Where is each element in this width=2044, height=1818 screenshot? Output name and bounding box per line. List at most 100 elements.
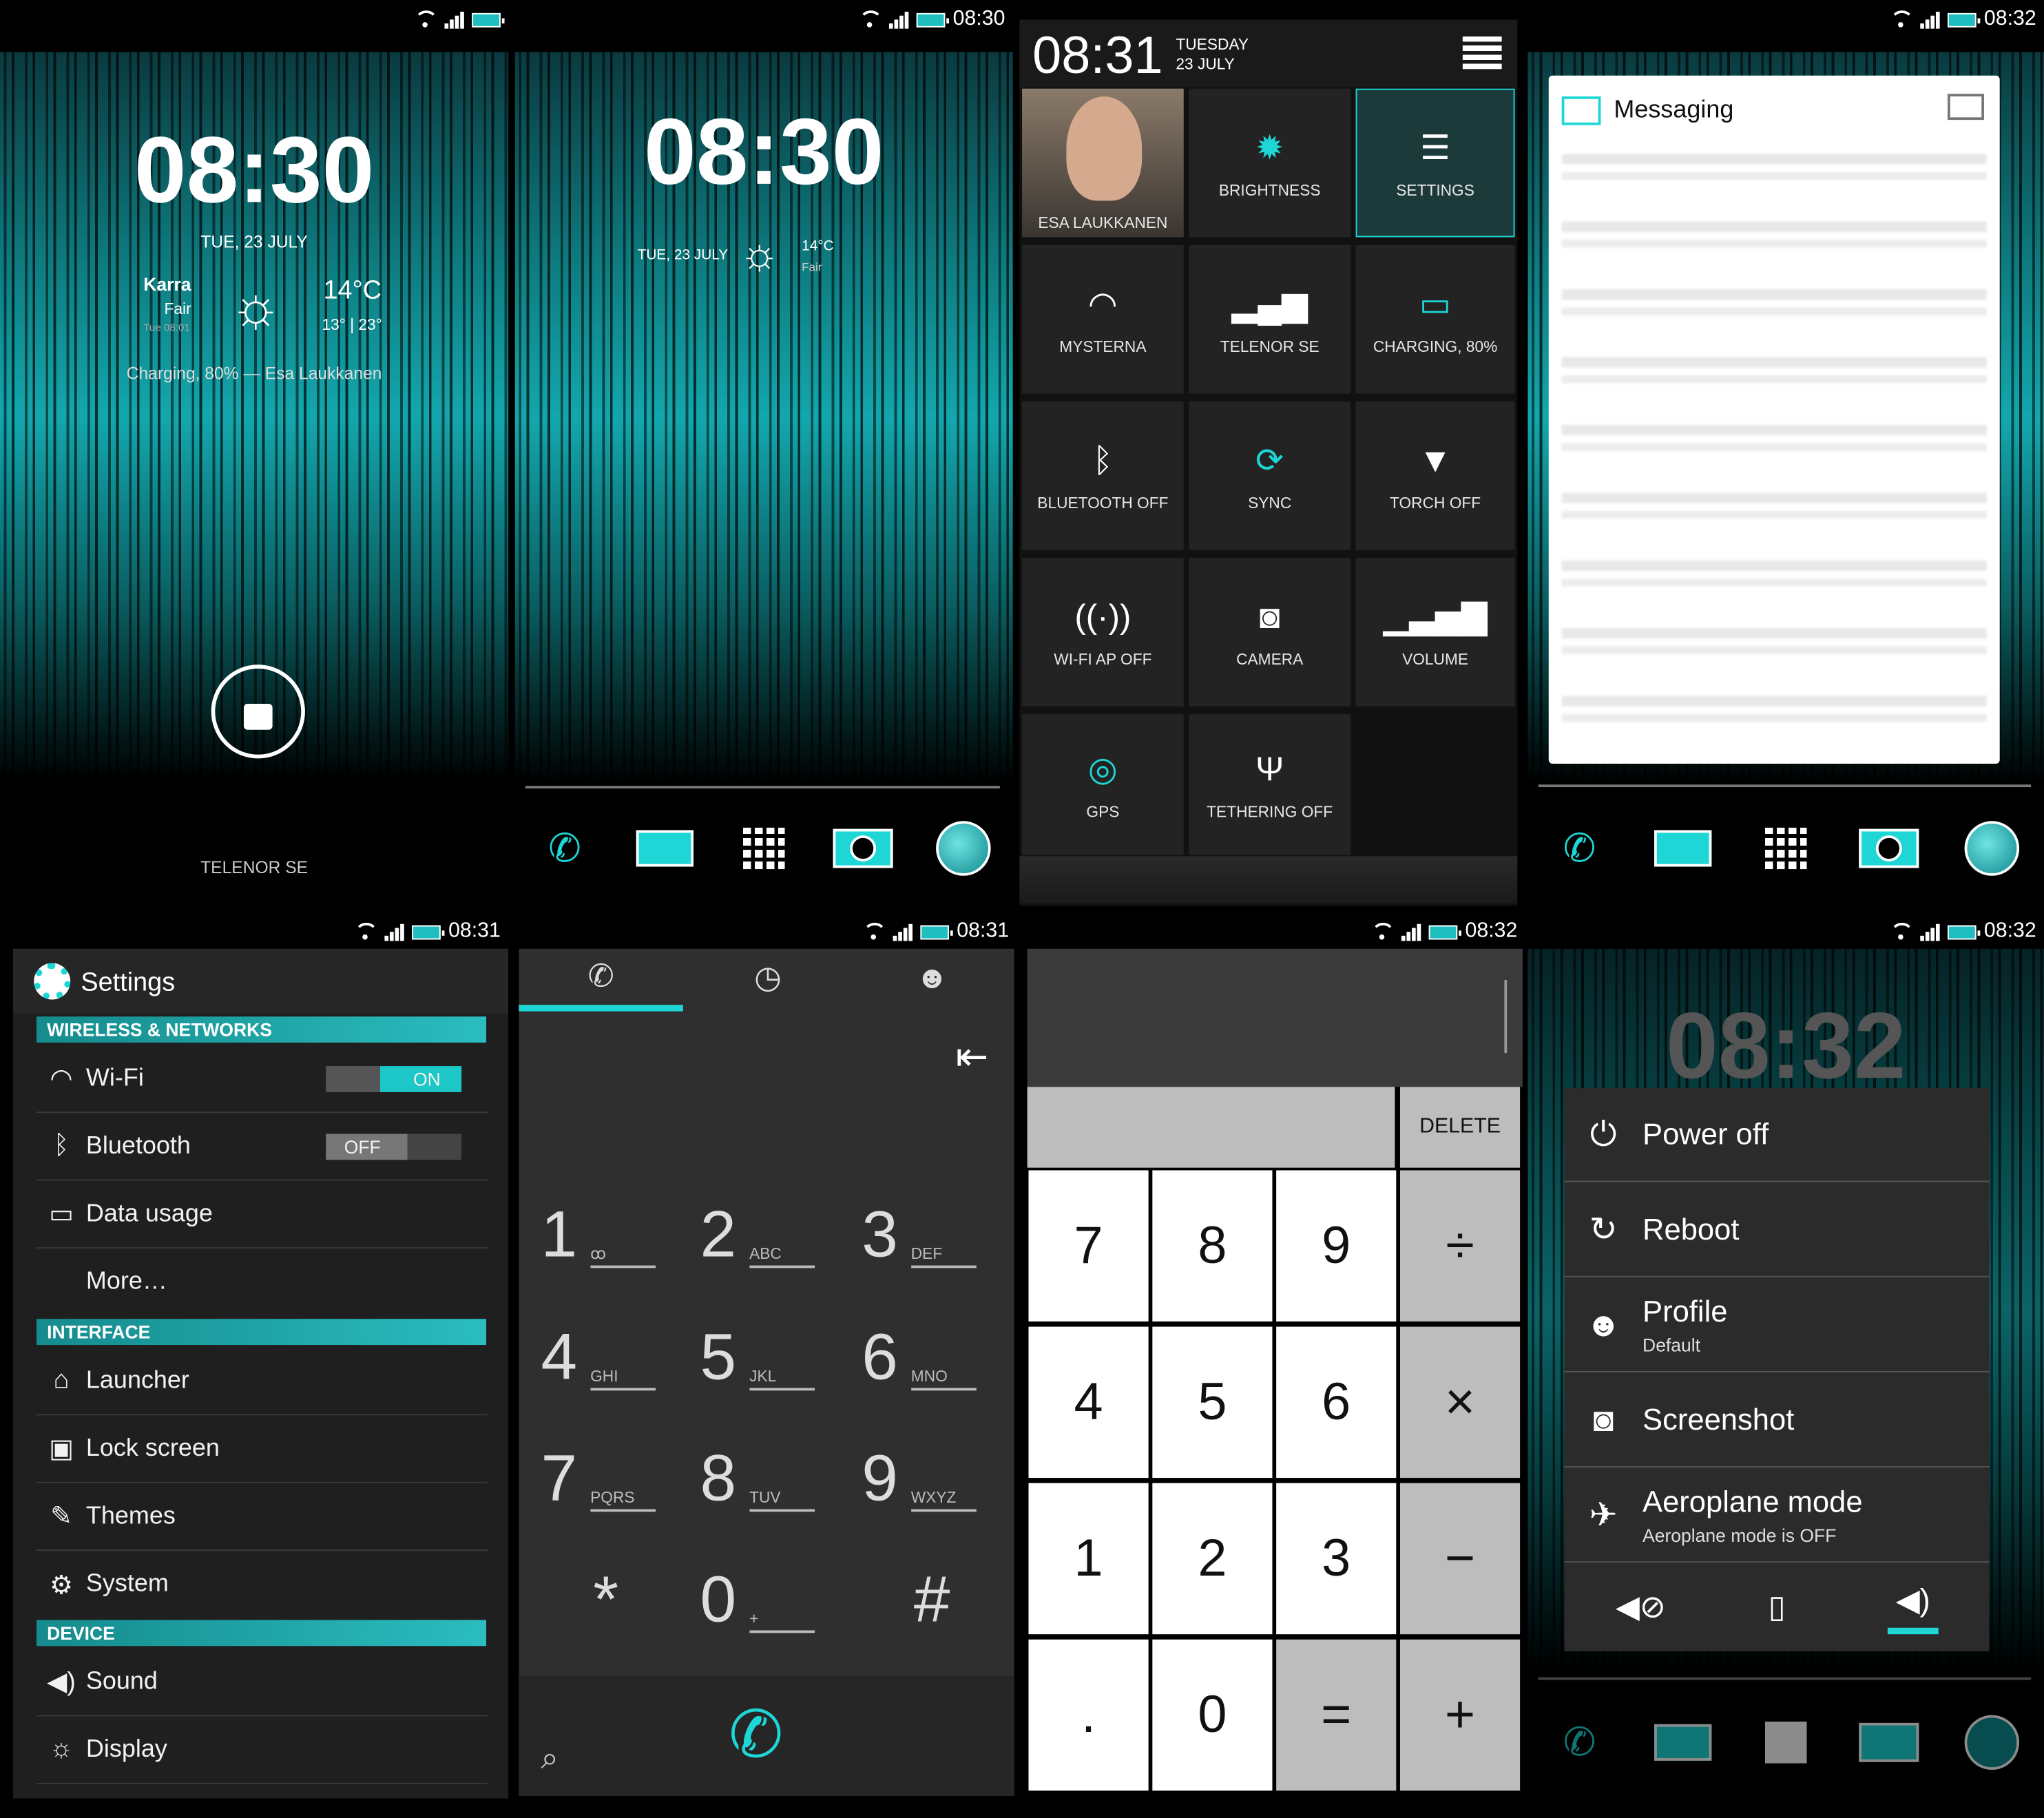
unlock-ring[interactable] <box>211 665 305 759</box>
dialpad-key-10[interactable]: * <box>593 1561 618 1637</box>
messaging-icon[interactable] <box>1653 1716 1713 1768</box>
app-drawer-icon[interactable] <box>1756 822 1816 875</box>
status-bar: 08:31 <box>862 912 1009 952</box>
tile-sync[interactable]: ⟳ SYNC <box>1189 401 1351 550</box>
app-drawer-icon[interactable] <box>1756 1716 1816 1768</box>
calc-key-14[interactable]: 0 <box>1152 1639 1273 1791</box>
settings-item-lock-screen[interactable]: ▣ Lock screen <box>36 1415 488 1483</box>
compose-icon[interactable] <box>1947 94 1984 121</box>
browser-globe-icon[interactable] <box>1962 821 2022 876</box>
dialpad-key-2[interactable]: 2 ABC <box>700 1196 815 1272</box>
phone-icon[interactable]: ✆ <box>1550 1716 1609 1768</box>
tab-phone[interactable]: ✆ <box>519 949 683 1012</box>
calc-key-10[interactable]: 2 <box>1152 1483 1273 1635</box>
tile-camera[interactable]: ◙ CAMERA <box>1189 557 1351 707</box>
tile-brightness[interactable]: ✹ BRIGHTNESS <box>1189 88 1351 238</box>
calc-key-6[interactable]: 5 <box>1152 1326 1273 1479</box>
key-letters: GHI <box>590 1367 656 1391</box>
calc-key-3[interactable]: 9 <box>1276 1170 1397 1321</box>
camera-icon[interactable] <box>1859 1716 1919 1768</box>
dialer-panel: 08:31 ✆ ◷ ☻ ⇤ 1 ꝏ 2 ABC 3 DEF 4 GHI 5 JKL 6 MNO 7 PQR… <box>514 912 1017 1818</box>
dialpad-key-11[interactable]: 0 + <box>700 1561 815 1637</box>
settings-item-bluetooth[interactable]: ᛒ Bluetooth OFF <box>36 1113 488 1181</box>
dialpad-key-6[interactable]: 6 MNO <box>862 1319 977 1394</box>
messaging-icon[interactable] <box>634 822 694 875</box>
dock: ✆ <box>1527 806 2044 892</box>
settings-item-sound[interactable]: ◀) Sound <box>36 1649 488 1717</box>
messaging-icon[interactable] <box>1653 822 1713 875</box>
key-digit: * <box>593 1563 619 1636</box>
backspace-icon[interactable]: ⇤ <box>955 1035 988 1080</box>
tab-contacts[interactable]: ☻ <box>850 949 1014 1012</box>
calc-key-1[interactable]: 7 <box>1028 1170 1149 1321</box>
call-button[interactable]: ✆ <box>729 1697 783 1773</box>
tile-bluetooth[interactable]: ᛒ BLUETOOTH OFF <box>1022 401 1184 550</box>
tile-user[interactable]: ESA LAUKKANEN <box>1022 88 1184 238</box>
tile-volume[interactable]: ▁▃▅▇ VOLUME <box>1355 557 1515 707</box>
tile-signal[interactable]: ▂▄▆ TELENOR SE <box>1189 244 1351 394</box>
qs-handle[interactable] <box>1019 856 1518 903</box>
delete-button[interactable]: DELETE <box>1399 1087 1521 1168</box>
calc-key-13[interactable]: . <box>1028 1639 1149 1791</box>
phone-icon[interactable]: ✆ <box>534 822 594 875</box>
dialpad-key-1[interactable]: 1ꝏ <box>541 1196 656 1272</box>
tile-wifi[interactable]: ◠ MYSTERNA <box>1022 244 1184 394</box>
settings-item-launcher[interactable]: ⌂ Launcher <box>36 1348 488 1416</box>
tile-wifi-ap[interactable]: ((·)) WI-FI AP OFF <box>1022 557 1184 707</box>
sound-mode-row: ◀⊘ ▯ ◀) <box>1564 1564 1989 1651</box>
camera-icon[interactable] <box>833 822 894 875</box>
settings-item-wifi[interactable]: ◠ Wi-Fi ON <box>36 1045 488 1114</box>
sound-on-icon[interactable]: ◀) <box>1888 1582 1939 1634</box>
settings-item-data-usage[interactable]: ▭ Data usage <box>36 1181 488 1249</box>
messaging-widget[interactable]: Messaging <box>1548 75 2000 764</box>
dialpad-key-5[interactable]: 5 JKL <box>700 1319 815 1394</box>
menu-aeroplane[interactable]: ✈ Aeroplane mode Aeroplane mode is OFF <box>1564 1469 1990 1563</box>
bluetooth-toggle[interactable]: OFF <box>326 1133 462 1160</box>
calc-key-8[interactable]: × <box>1399 1326 1521 1479</box>
menu-screenshot[interactable]: ◙ Screenshot <box>1564 1374 1990 1467</box>
calc-key-15[interactable]: = <box>1276 1639 1397 1791</box>
tile-settings[interactable]: ☰ SETTINGS <box>1355 88 1515 238</box>
tile-battery[interactable]: ▭ CHARGING, 80% <box>1355 244 1515 394</box>
camera-icon[interactable] <box>1859 822 1919 875</box>
tile-tethering[interactable]: Ψ TETHERING OFF <box>1189 714 1351 855</box>
tab-recent[interactable]: ◷ <box>686 949 851 1012</box>
wifi-toggle[interactable]: ON <box>326 1066 462 1092</box>
settings-gear-icon[interactable] <box>34 963 71 1000</box>
dialpad-key-8[interactable]: 8 TUV <box>700 1440 815 1516</box>
dialpad-key-4[interactable]: 4 GHI <box>541 1319 656 1394</box>
vibrate-mode-icon[interactable]: ▯ <box>1769 1589 1786 1627</box>
settings-item-themes[interactable]: ✎ Themes <box>36 1483 488 1551</box>
calc-key-12[interactable]: − <box>1399 1483 1521 1635</box>
calc-key-2[interactable]: 8 <box>1152 1170 1273 1321</box>
phone-icon[interactable]: ✆ <box>1550 822 1609 875</box>
dialpad-key-12[interactable]: # <box>914 1561 950 1637</box>
calc-key-11[interactable]: 3 <box>1276 1483 1397 1635</box>
calc-display[interactable] <box>1027 948 1523 1087</box>
calc-key-5[interactable]: 4 <box>1028 1326 1149 1479</box>
calc-key-16[interactable]: + <box>1399 1639 1521 1791</box>
calc-key-7[interactable]: 6 <box>1276 1326 1397 1479</box>
silent-mode-icon[interactable]: ◀⊘ <box>1616 1589 1666 1627</box>
browser-globe-icon[interactable] <box>933 821 993 876</box>
search-icon[interactable]: ⌕ <box>541 1741 559 1777</box>
dialpad-key-3[interactable]: 3 DEF <box>862 1196 977 1272</box>
app-drawer-icon[interactable] <box>734 822 794 875</box>
dialpad-key-9[interactable]: 9 WXYZ <box>862 1440 977 1516</box>
bluetooth-icon: ᛒ <box>53 1131 70 1160</box>
calc-key-9[interactable]: 1 <box>1028 1483 1149 1635</box>
tile-gps[interactable]: ◎ GPS <box>1022 714 1184 855</box>
tile-torch[interactable]: ▼ TORCH OFF <box>1355 401 1515 550</box>
qs-list-icon[interactable] <box>1462 35 1502 70</box>
messaging-home-panel: 08:32 Messaging ✆ <box>1527 0 2044 912</box>
settings-item-more[interactable]: More… <box>36 1248 488 1316</box>
settings-item-system[interactable]: ⚙ System <box>36 1551 488 1618</box>
dialpad-key-7[interactable]: 7 PQRS <box>541 1440 656 1516</box>
menu-reboot[interactable]: ↻ Reboot <box>1564 1183 1990 1277</box>
menu-profile[interactable]: ☻ Profile Default <box>1564 1279 1990 1372</box>
calc-key-4[interactable]: ÷ <box>1399 1170 1521 1321</box>
browser-globe-icon[interactable] <box>1962 1715 2022 1770</box>
menu-power-off[interactable]: ⏻ Power off <box>1564 1088 1990 1182</box>
home-clock[interactable]: 08:30 <box>515 99 1013 206</box>
settings-item-display[interactable]: ☼ Display <box>36 1716 488 1784</box>
